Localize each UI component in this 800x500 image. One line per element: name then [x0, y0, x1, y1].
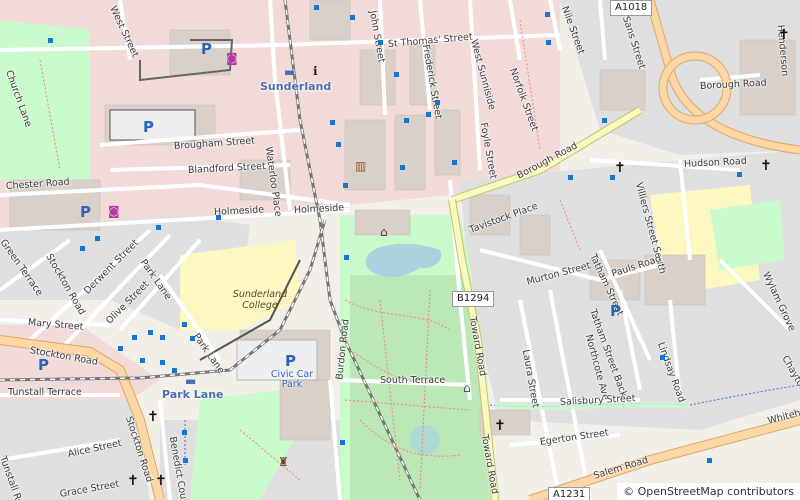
- bus-stop-icon[interactable]: [660, 355, 665, 360]
- bus-stop-icon[interactable]: [737, 172, 742, 177]
- church-icon[interactable]: ✝: [760, 159, 772, 173]
- bus-stop-icon[interactable]: [118, 346, 123, 351]
- library-icon[interactable]: ▥: [355, 160, 366, 172]
- map-view[interactable]: West Street John Street Frederick Street…: [0, 0, 800, 500]
- bus-stop-icon[interactable]: [404, 118, 409, 123]
- parking-icon[interactable]: P: [285, 352, 296, 370]
- bus-stop-icon[interactable]: [156, 225, 161, 230]
- bus-stop-icon[interactable]: [568, 175, 573, 180]
- bus-stop-icon[interactable]: [314, 5, 319, 10]
- street-label: Holmeside: [213, 204, 265, 218]
- parking-icon[interactable]: P: [610, 302, 621, 320]
- bus-stop-icon[interactable]: [160, 360, 165, 365]
- bus-stop-icon[interactable]: [545, 12, 550, 17]
- church-icon[interactable]: ✝: [155, 474, 167, 488]
- church-icon[interactable]: ✝: [147, 410, 159, 424]
- train-station-icon[interactable]: ▬: [284, 66, 295, 78]
- bus-stop-icon[interactable]: [340, 440, 345, 445]
- bus-stop-icon[interactable]: [160, 335, 165, 340]
- street-label: Tunstall Terrace: [8, 387, 82, 398]
- bus-stop-icon[interactable]: [344, 255, 349, 260]
- street-label: South Terrace: [380, 375, 446, 386]
- church-icon[interactable]: ✝: [614, 161, 626, 175]
- bus-stop-icon[interactable]: [452, 160, 457, 165]
- bus-stop-icon[interactable]: [190, 336, 195, 341]
- bus-stop-icon[interactable]: [48, 38, 53, 43]
- place-label-sunderland[interactable]: Sunderland: [260, 80, 331, 93]
- attribution[interactable]: © OpenStreetMap contributors: [617, 483, 800, 500]
- bus-stop-icon[interactable]: [435, 100, 440, 105]
- parking-icon[interactable]: P: [38, 356, 49, 374]
- bus-stop-icon[interactable]: [378, 40, 383, 45]
- information-icon[interactable]: ℹ: [313, 65, 318, 77]
- bus-stop-icon[interactable]: [426, 112, 431, 117]
- church-icon[interactable]: ✝: [127, 474, 139, 488]
- street-label: Holmeside: [293, 202, 345, 216]
- monument-icon[interactable]: ♜: [278, 456, 289, 468]
- route-shield-a1231: A1231: [548, 487, 591, 500]
- bus-stop-icon[interactable]: [343, 183, 348, 188]
- car-park-label: Civic Car Park: [270, 369, 314, 391]
- parking-icon[interactable]: P: [201, 40, 212, 58]
- museum-icon[interactable]: ⌂: [380, 226, 388, 238]
- bus-stop-icon[interactable]: [336, 142, 341, 147]
- route-shield-a1018: A1018: [610, 0, 653, 16]
- bus-stop-icon[interactable]: [546, 40, 551, 45]
- bus-stop-icon[interactable]: [400, 165, 405, 170]
- place-label-park-lane[interactable]: Park Lane: [162, 388, 223, 401]
- bus-stop-icon[interactable]: [602, 118, 607, 123]
- shop-icon[interactable]: ◙: [226, 52, 238, 64]
- bus-stop-icon[interactable]: [132, 335, 137, 340]
- train-station-icon[interactable]: ▬: [185, 375, 196, 387]
- bus-stop-icon[interactable]: [330, 120, 335, 125]
- college-label: Sunderland College: [232, 289, 288, 311]
- bus-stop-icon[interactable]: [182, 430, 187, 435]
- playground-icon[interactable]: ⌂: [463, 382, 471, 394]
- bus-stop-icon[interactable]: [216, 215, 221, 220]
- route-shield-b1294: B1294: [452, 291, 495, 307]
- church-icon[interactable]: ✝: [494, 419, 506, 433]
- bus-stop-icon[interactable]: [182, 322, 187, 327]
- bus-stop-icon[interactable]: [394, 72, 399, 77]
- parking-icon[interactable]: P: [80, 203, 91, 221]
- bus-stop-icon[interactable]: [148, 330, 153, 335]
- church-icon[interactable]: ✝: [778, 28, 790, 42]
- bus-stop-icon[interactable]: [610, 175, 615, 180]
- park-pond: [410, 425, 440, 455]
- bus-stop-icon[interactable]: [95, 236, 100, 241]
- parking-icon[interactable]: P: [143, 118, 154, 136]
- bus-stop-icon[interactable]: [80, 246, 85, 251]
- bus-stop-icon[interactable]: [707, 458, 712, 463]
- shop-icon[interactable]: ◙: [108, 205, 120, 217]
- bus-stop-icon[interactable]: [183, 458, 188, 463]
- bus-stop-icon[interactable]: [172, 368, 177, 373]
- bus-stop-icon[interactable]: [140, 358, 145, 363]
- bus-stop-icon[interactable]: [350, 15, 355, 20]
